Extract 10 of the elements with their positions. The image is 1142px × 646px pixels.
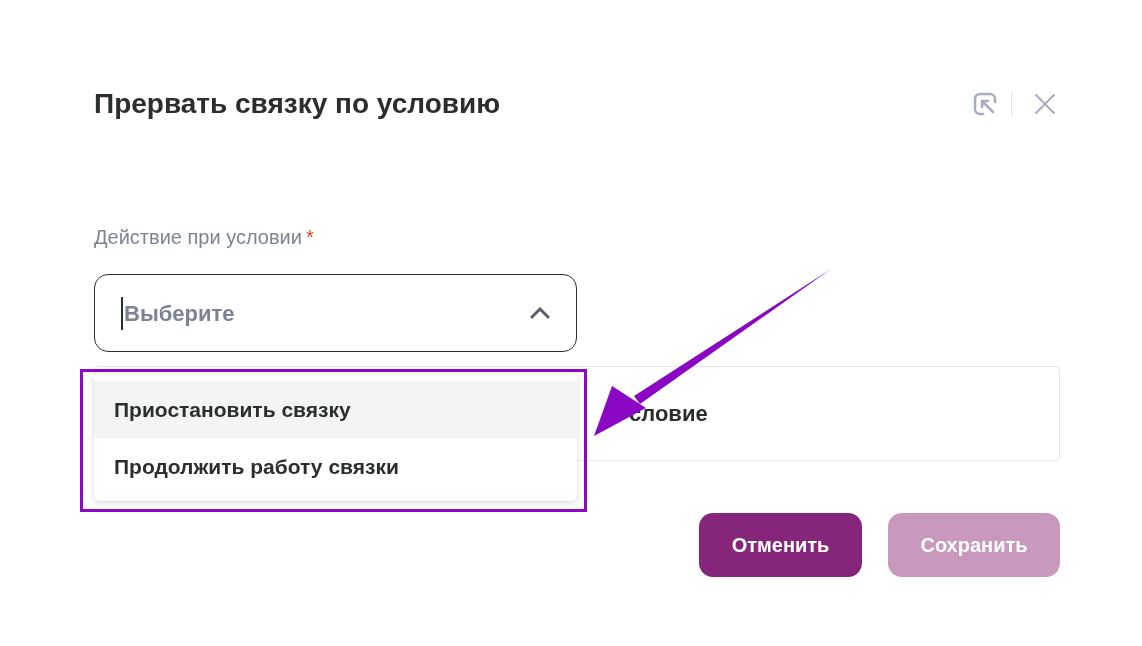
cancel-button[interactable]: Отменить bbox=[699, 513, 862, 577]
dropdown-option[interactable]: Продолжить работу связки bbox=[94, 438, 577, 495]
select-field[interactable]: Выберите bbox=[94, 274, 577, 352]
close-icon[interactable] bbox=[1034, 93, 1056, 115]
chevron-icon bbox=[530, 307, 550, 319]
dialog-title: Прервать связку по условию bbox=[94, 87, 501, 121]
field-label: Действие при условии bbox=[94, 225, 302, 250]
collapse-icon[interactable] bbox=[971, 90, 999, 118]
dropdown-option[interactable]: Приостановить связку bbox=[94, 381, 577, 438]
required-mark: * bbox=[305, 225, 314, 250]
